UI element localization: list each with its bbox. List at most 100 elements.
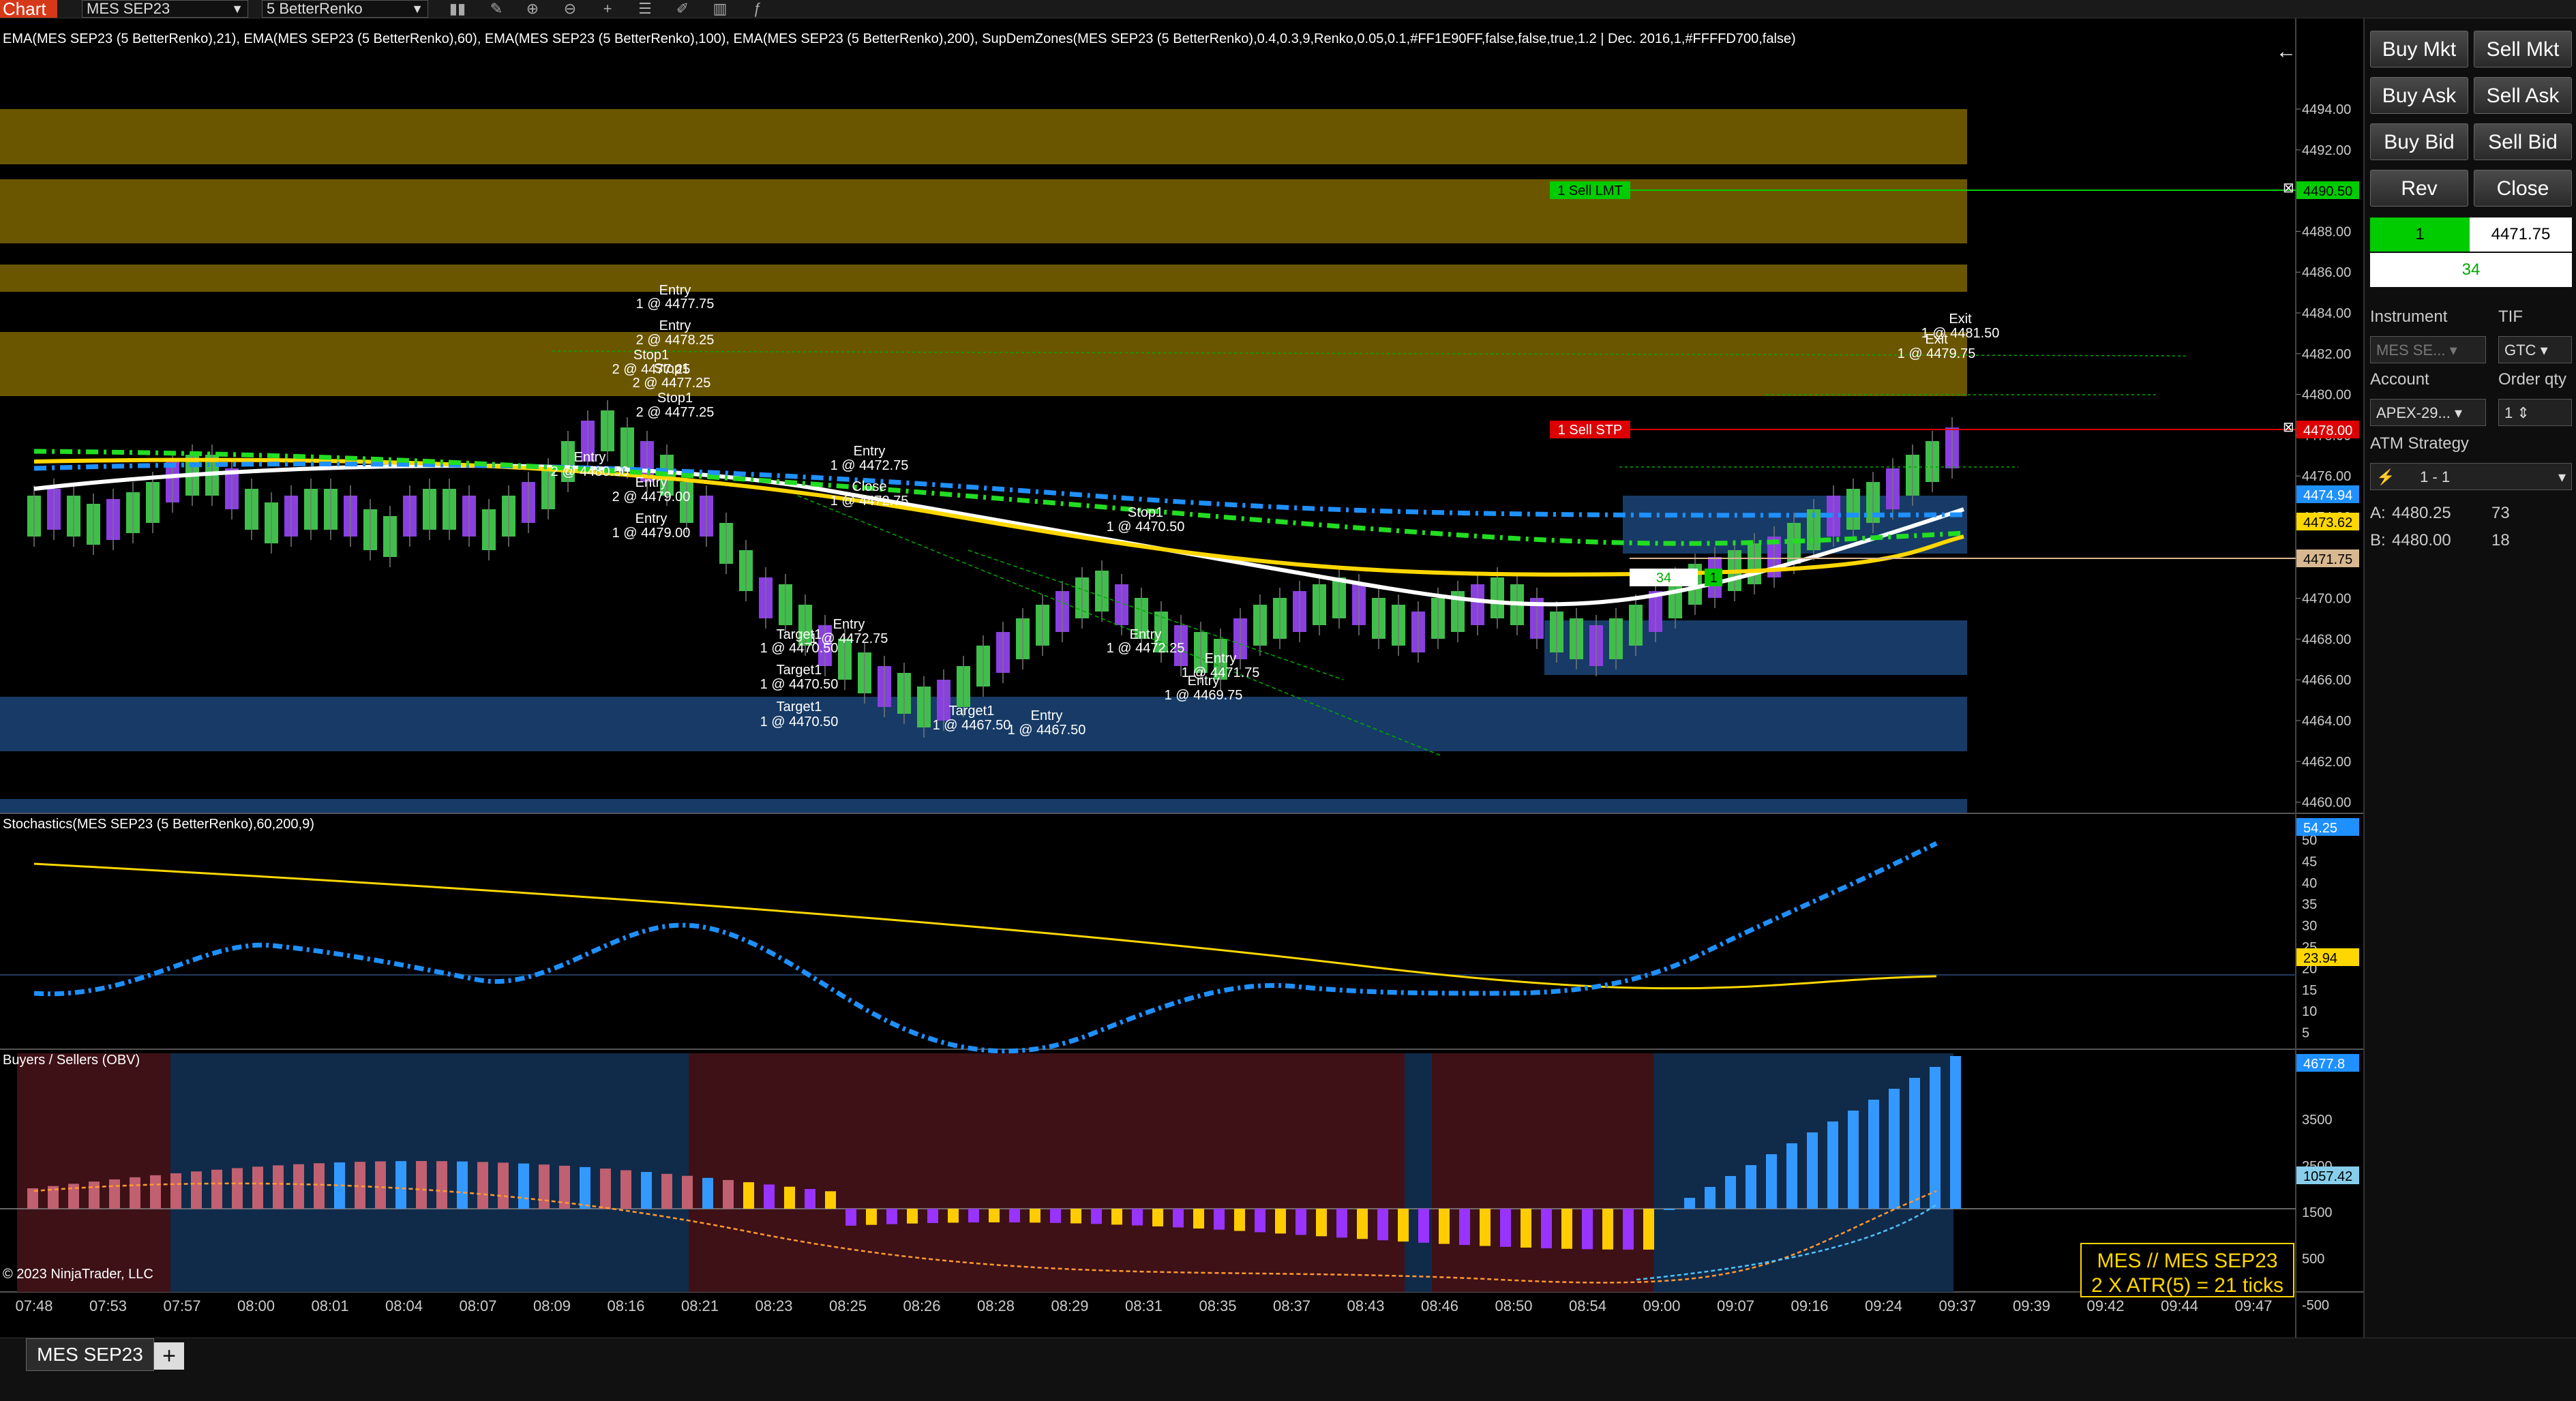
trade-label: 2 @ 4477.25 (633, 376, 711, 391)
obv-bar (620, 1170, 631, 1209)
obv-bar (1623, 1209, 1634, 1250)
sell-limit-label: 1 Sell LMT (1557, 183, 1623, 198)
obv-bar (1398, 1209, 1409, 1242)
price-marker-label: 4471.75 (2303, 552, 2352, 567)
obv-bar (89, 1181, 100, 1209)
bottom-tab-bar: MES SEP23 + (0, 1338, 2576, 1401)
zoom-out-icon[interactable]: ⊖ (559, 0, 581, 18)
trade-label: 2 @ 4480.50 (551, 464, 629, 479)
bars-icon[interactable]: ▮▮ (447, 0, 468, 18)
sell-stop-order[interactable]: 1 Sell STP (1550, 421, 1630, 438)
obv-bar (498, 1162, 509, 1209)
time-tick-label: 08:35 (1199, 1297, 1236, 1314)
sell-market-button[interactable]: Sell Mkt (2474, 31, 2572, 67)
time-tick-label: 09:00 (1643, 1297, 1680, 1314)
obv-bar (1827, 1121, 1838, 1209)
close-order-icon[interactable]: ⊠ (2283, 181, 2294, 196)
close-position-button[interactable]: Close (2474, 170, 2572, 207)
stochastics-label: Stochastics(MES SEP23 (5 BetterRenko),60… (3, 817, 314, 832)
sell-bid-button[interactable]: Sell Bid (2474, 123, 2572, 160)
obv-bar (1561, 1209, 1572, 1249)
obv-bar (927, 1209, 938, 1223)
obv-bar (682, 1175, 693, 1209)
trade-label: Exit (1925, 332, 1948, 347)
obv-bar (1909, 1078, 1920, 1209)
obv-bar (191, 1171, 202, 1209)
indicators-icon[interactable]: ƒ (747, 0, 768, 18)
trade-label: Entry (659, 318, 691, 333)
price-axis[interactable]: 4494.004492.004490.004488.004486.004484.… (2296, 102, 2351, 811)
time-tick-label: 07:48 (15, 1297, 53, 1314)
chart-area[interactable]: 1 Sell LMT 1 Sell STP 34 1 ← ⊠ ⊠ EMA(MES… (0, 18, 2363, 1401)
instrument-field[interactable]: MES SE... ▾ (2370, 336, 2486, 363)
tif-select[interactable]: GTC ▾ (2498, 336, 2572, 363)
sell-ask-button[interactable]: Sell Ask (2474, 77, 2572, 114)
chart-canvas[interactable]: 1 Sell LMT 1 Sell STP 34 1 ← ⊠ ⊠ EMA(MES… (0, 18, 2363, 1401)
trade-label: 2 @ 4479.00 (612, 489, 691, 504)
obv-bar (477, 1162, 488, 1209)
buy-market-button[interactable]: Buy Mkt (2370, 31, 2468, 67)
obv-bar (702, 1177, 713, 1209)
obv-bar (1275, 1209, 1286, 1234)
time-tick-label: 08:00 (237, 1297, 275, 1314)
trade-label: 1 @ 4469.75 (1165, 688, 1243, 703)
obv-tick-label: 500 (2302, 1252, 2324, 1267)
atm-strategy-value: 1 - 1 (2420, 468, 2451, 485)
instrument-tab[interactable]: MES SEP23 (26, 1338, 154, 1371)
price-panel-indicator-label: EMA(MES SEP23 (5 BetterRenko),21), EMA(M… (3, 31, 1796, 46)
price-tick-label: 4482.00 (2302, 347, 2351, 362)
time-axis[interactable]: 07:48 07:53 07:57 08:00 08:01 08:04 08:07 08:09… (15, 1297, 2272, 1314)
obv-bar (1050, 1209, 1061, 1223)
position-side: 1 (1709, 571, 1717, 586)
atr-info-line1: MES // MES SEP23 (2097, 1250, 2277, 1272)
add-tab-button[interactable]: + (154, 1342, 184, 1370)
obv-bar (886, 1209, 897, 1224)
obv-bar (600, 1169, 611, 1209)
obv-tick-label: 1500 (2302, 1205, 2333, 1220)
obv-tick-label: 3500 (2302, 1113, 2333, 1128)
stoch-marker-label: 54.25 (2303, 821, 2337, 836)
crosshair-icon[interactable]: + (597, 0, 618, 18)
instrument-label: Instrument (2370, 307, 2448, 326)
trade-label: Entry (1188, 674, 1220, 689)
time-tick-label: 08:07 (459, 1297, 496, 1314)
chart-style-icon[interactable]: ▥ (709, 0, 731, 18)
atm-strategy-select[interactable]: ⚡ 1 - 1 ▾ (2370, 463, 2572, 490)
close-order-icon[interactable]: ⊠ (2283, 420, 2294, 435)
instrument-selector[interactable]: MES SEP23 ▼ (82, 0, 248, 18)
obv-bar (764, 1184, 775, 1209)
time-tick-label: 07:57 (163, 1297, 200, 1314)
stoch-marker-label: 23.94 (2303, 951, 2337, 966)
obv-bar (314, 1163, 325, 1209)
pencil-icon[interactable]: ✎ (485, 0, 507, 18)
trade-label: Close (852, 479, 886, 494)
collapse-arrow-icon[interactable]: ← (2276, 40, 2296, 63)
properties-icon[interactable]: ☰ (634, 0, 656, 18)
drawing-tools-icon[interactable]: ✐ (672, 0, 693, 18)
order-qty-input[interactable]: 1 ⇕ (2498, 399, 2572, 426)
obv-bar (805, 1189, 815, 1209)
trade-label: Entry (1130, 627, 1162, 642)
obv-marker: 1057.42 (2296, 1166, 2359, 1184)
time-tick-label: 09:44 (2161, 1297, 2198, 1314)
account-select[interactable]: APEX-29... ▾ (2370, 399, 2486, 426)
obv-bar (252, 1166, 263, 1209)
instrument-field-value: MES SE... (2376, 342, 2446, 359)
obv-bar (1521, 1209, 1531, 1248)
position-box[interactable]: 34 1 (1630, 569, 1722, 586)
sell-limit-order[interactable]: 1 Sell LMT (1550, 181, 1630, 199)
trade-label: Stop1 (657, 391, 693, 406)
zoom-in-icon[interactable]: ⊕ (522, 0, 543, 18)
buy-bid-button[interactable]: Buy Bid (2370, 123, 2468, 160)
obv-bar (416, 1161, 427, 1209)
price-tick-label: 4460.00 (2302, 796, 2351, 811)
obv-bar (170, 1173, 181, 1209)
chart-window-tab[interactable]: Chart (0, 0, 57, 18)
reverse-button[interactable]: Rev (2370, 170, 2468, 207)
obv-tick-label: -500 (2302, 1298, 2329, 1313)
bar-type-selector[interactable]: 5 BetterRenko ▼ (262, 0, 428, 18)
buy-ask-button[interactable]: Buy Ask (2370, 77, 2468, 114)
obv-regions (17, 1053, 1953, 1292)
position-qty-cell: 1 (2370, 217, 2470, 252)
bid-size: 18 (2491, 531, 2510, 549)
